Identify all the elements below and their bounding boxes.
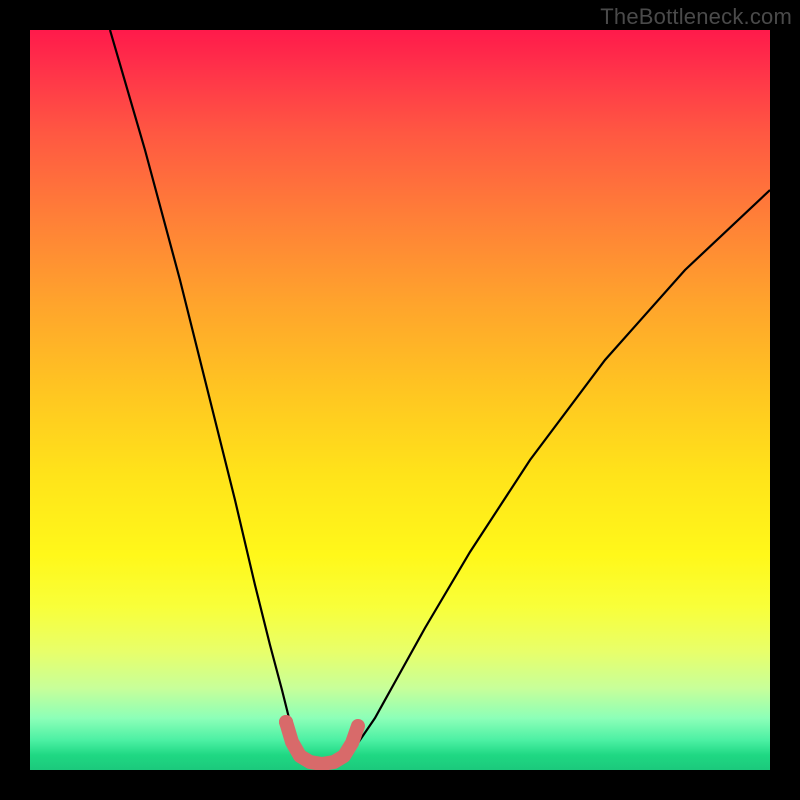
watermark-text: TheBottleneck.com [600, 4, 792, 30]
chart-svg [30, 30, 770, 770]
curve-flat-bottom [286, 722, 358, 764]
curve-left-branch [110, 30, 300, 754]
plot-area [30, 30, 770, 770]
marker-right-dot [352, 720, 364, 732]
curve-right-branch [350, 190, 770, 754]
marker-left-dot [279, 715, 293, 729]
